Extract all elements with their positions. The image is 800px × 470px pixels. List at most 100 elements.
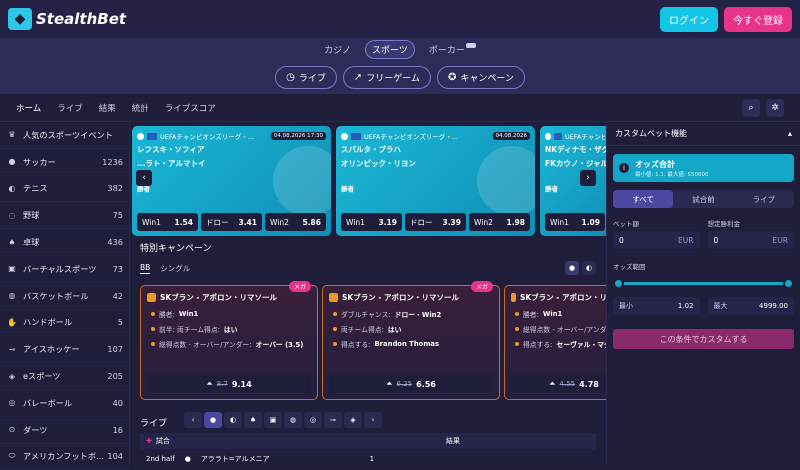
nav-home[interactable]: ホーム [16,102,41,114]
match-card[interactable]: UEFAチャンピオンズリーグ・... 04.08.2026 17:30 レフスキ・… [132,126,331,236]
carousel-prev-button[interactable]: ‹ [136,170,152,186]
odd-draw[interactable]: ドロー 3.41 [201,213,262,231]
match-card[interactable]: UEFAチャンピオンズリーグ・... 04.08.2026 スパルタ・プラハ オリ… [336,126,535,236]
odd-win1[interactable]: Win1 3.19 [341,213,402,231]
category-poker[interactable]: ポーカー [423,41,482,58]
tennis-filter-icon[interactable]: ◐ [224,412,242,428]
panel-title: カスタムベット機能 [615,129,687,138]
table-row[interactable]: 2nd half ● アララト=アルメニア 1 [140,452,596,464]
carousel-next-button[interactable]: › [580,170,596,186]
tab-bb[interactable]: BB [140,263,151,274]
bet-builder-icon [329,293,338,302]
basketball-filter-icon[interactable]: ◍ [284,412,302,428]
virtual-sports-icon: ▣ [8,264,16,274]
bet-card[interactable]: メガ SKブラン - アポロン・リマソール ダブルチャンス: ドロー・Win2 両… [322,281,500,400]
eu-flag-icon [351,132,361,140]
bet-builder-icon [511,293,516,302]
odd-win1[interactable]: Win1 1.09 [545,213,605,231]
login-button[interactable]: ログイン [660,6,718,32]
basketball-icon: ◍ [8,291,16,301]
bet-odds-button[interactable]: ⏶ 8.7 9.14 [147,375,311,393]
tab-live[interactable]: ライブ [734,190,794,208]
register-button[interactable]: 今すぐ登録 [724,6,792,32]
stopwatch-icon: ◷ [286,71,295,83]
category-casino[interactable]: カジノ [318,41,357,58]
featured-matches: UEFAチャンピオンズリーグ・... 04.08.2026 17:30 レフスキ・… [132,126,606,236]
sidebar-item-esports[interactable]: ◈ eスポーツ 205 [0,363,129,390]
sidebar-item-american-football[interactable]: ⬭ アメリカンフットボ... 104 [0,444,129,470]
table-tennis-filter-icon[interactable]: ♠ [244,412,262,428]
prev-sport-button[interactable]: ‹ [184,412,202,428]
trophy-icon: ♛ [8,130,16,140]
special-campaign-title: 特別キャンペーン [140,244,212,254]
min-odds-field[interactable]: 最小 1.02 [613,297,700,315]
sidebar-item-ice-hockey[interactable]: ⊸ アイスホッケー 107 [0,336,129,364]
logo[interactable]: ◆ StealthBet [8,8,126,30]
tab-prematch[interactable]: 試合前 [673,190,733,208]
search-icon[interactable]: ⌕ [742,98,760,117]
soccer-filter-icon[interactable]: ● [565,261,579,275]
sidebar-item-popular[interactable]: ♛ 人気のスポーツイベント [0,122,129,149]
nav-stats[interactable]: 統計 [132,102,149,114]
sidebar-item-volleyball[interactable]: ◎ バレーボール 40 [0,390,129,417]
odd-draw[interactable]: ドロー 3.39 [405,213,466,231]
nav-livescore[interactable]: ライブスコア [165,102,216,114]
mega-badge: メガ [470,281,493,292]
feature-campaign-button[interactable]: ✪ キャンペーン [436,65,525,89]
stake-input[interactable]: 0 EUR [613,231,700,249]
main-content: UEFAチャンピオンズリーグ・... 04.08.2026 17:30 レフスキ・… [130,122,606,464]
mega-badge: メガ [288,281,311,292]
volleyball-filter-icon[interactable]: ◎ [304,412,322,428]
tennis-filter-icon[interactable]: ◐ [582,261,596,275]
tennis-icon: ◐ [8,183,16,193]
ice-hockey-icon: ⊸ [8,344,16,354]
sidebar-item-darts[interactable]: ⊙ ダーツ 16 [0,417,129,444]
custom-bet-panel: カスタムベット機能 ▴ i オッズ合計 最小値: 1.1, 最大値: 55000… [606,122,800,464]
team-icon: ● [184,455,191,463]
bet-card[interactable]: メガ SKブラン - アポロン・リマソール 勝者: Win1 前半: 両チーム得点… [140,281,318,400]
feature-free-games-button[interactable]: ➚ フリーゲーム [342,65,431,89]
gear-icon[interactable]: ✲ [766,98,784,117]
sidebar-item-handball[interactable]: ✋ ハンドボール 5 [0,310,129,337]
tab-all[interactable]: すべて [613,190,674,208]
odd-win2[interactable]: Win2 1.98 [469,213,530,231]
max-odds-field[interactable]: 最大 4999.00 [707,297,794,315]
sidebar-item-baseball[interactable]: ◌ 野球 75 [0,202,129,230]
rocket-icon: ➚ [353,71,363,83]
next-sport-button[interactable]: › [364,412,382,428]
live-section-title: ライブ [140,419,168,429]
odd-win2[interactable]: Win2 5.86 [265,213,326,231]
volleyball-icon: ◎ [8,398,16,408]
soccer-filter-icon[interactable]: ● [204,412,222,428]
nav-live[interactable]: ライブ [57,102,83,114]
nav-results[interactable]: 結果 [99,102,116,114]
hockey-filter-icon[interactable]: ⊸ [324,412,342,428]
sidebar-item-table-tennis[interactable]: ♠ 卓球 436 [0,229,129,256]
virtual-filter-icon[interactable]: ▣ [264,412,282,428]
boost-icon: ⏶ [386,379,393,388]
chevron-up-icon[interactable]: ▴ [788,129,792,138]
esports-filter-icon[interactable]: ◈ [344,412,362,428]
slider-max-handle[interactable] [783,278,794,289]
odd-win1[interactable]: Win1 1.54 [137,213,198,231]
payout-input[interactable]: 0 EUR [707,231,794,249]
sidebar-item-virtual[interactable]: ▣ バーチャルスポーツ 73 [0,256,129,283]
tab-single[interactable]: シングル [160,263,190,274]
sidebar-item-basketball[interactable]: ◍ バスケットボール 42 [0,283,129,310]
boost-icon: ⏶ [206,379,213,388]
ball-icon [137,132,144,140]
customize-button[interactable]: この条件でカスタムする [613,329,794,349]
sidebar-item-tennis[interactable]: ◐ テニス 382 [0,176,129,203]
feature-live-button[interactable]: ◷ ライブ [275,65,337,89]
bet-card[interactable]: SKブラン - アポロン・リマソール 勝者:Win1 総得点数 - オーバー/ア… [504,285,606,400]
odds-range-slider[interactable] [613,277,794,289]
match-card[interactable]: UEFAチャンピオ NKディナモ・ザグ FKカウノ・ジャル 勝者 Win11.0… [540,126,606,236]
sidebar-item-soccer[interactable]: ● サッカー 1236 [0,149,129,176]
slider-min-handle[interactable] [613,278,624,289]
bet-builder-icon [147,293,156,302]
category-sports[interactable]: スポーツ [364,39,415,59]
bet-odds-button[interactable]: ⏶ 6.25 6.56 [329,375,493,393]
handball-icon: ✋ [7,317,17,327]
american-football-icon: ⬭ [8,451,16,461]
bet-odds-button[interactable]: ⏶ 4.55 4.78 [511,375,606,393]
